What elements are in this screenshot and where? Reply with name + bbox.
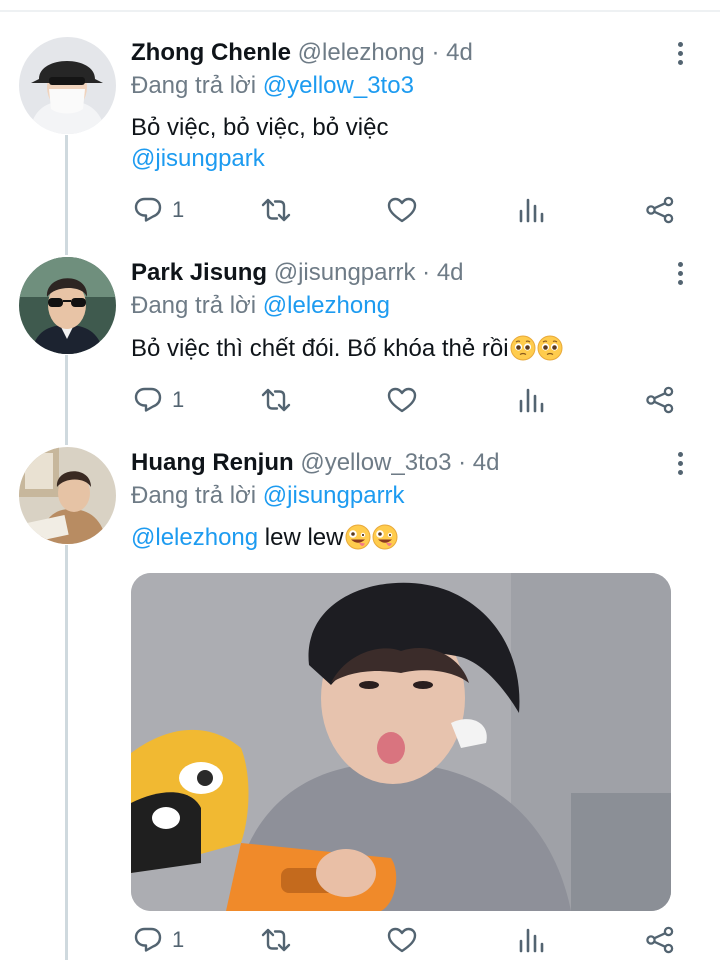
retweet-button[interactable] xyxy=(259,920,293,960)
share-button[interactable] xyxy=(645,920,675,960)
pleading-face-emoji xyxy=(537,335,563,361)
timestamp[interactable]: 4d xyxy=(473,449,500,476)
share-button[interactable] xyxy=(645,190,675,230)
views-button[interactable] xyxy=(518,380,544,420)
mention-link[interactable]: @jisungpark xyxy=(131,143,388,174)
retweet-button[interactable] xyxy=(259,190,293,230)
zany-face-emoji xyxy=(345,524,370,550)
avatar[interactable] xyxy=(19,257,116,354)
replying-to-link[interactable]: @lelezhong xyxy=(263,292,390,319)
more-icon xyxy=(678,452,683,457)
share-icon xyxy=(646,386,674,414)
reply-icon xyxy=(134,387,162,412)
replying-to-label: Đang trả lời xyxy=(131,72,257,99)
pleading-face-emoji xyxy=(510,335,536,361)
reply-icon xyxy=(134,197,162,222)
share-icon xyxy=(646,926,674,954)
more-options-button[interactable] xyxy=(664,258,696,290)
reply-icon xyxy=(134,927,162,952)
views-button[interactable] xyxy=(518,190,544,230)
timestamp[interactable]: 4d xyxy=(446,39,473,66)
more-icon xyxy=(678,42,683,47)
zany-face-emoji xyxy=(372,524,397,550)
more-icon xyxy=(678,262,683,267)
views-icon xyxy=(519,198,544,223)
reply-count: 1 xyxy=(172,927,185,952)
retweet-icon xyxy=(261,388,291,412)
share-icon xyxy=(646,196,674,224)
replying-to-label: Đang trả lời xyxy=(131,482,257,509)
more-options-button[interactable] xyxy=(664,448,696,480)
reply-count: 1 xyxy=(172,387,185,412)
separator-dot: · xyxy=(422,259,431,286)
reply-button[interactable]: 1 xyxy=(134,190,184,230)
display-name[interactable]: Park Jisung xyxy=(131,259,267,286)
user-handle[interactable]: @lelezhong xyxy=(298,39,425,66)
share-button[interactable] xyxy=(645,380,675,420)
tweet-huang-renjun[interactable]: Huang Renjun @yellow_3to3 · 4d Đang trả … xyxy=(0,430,720,960)
mention-link[interactable]: @lelezhong xyxy=(131,524,258,551)
reply-button[interactable]: 1 xyxy=(134,920,184,960)
retweet-icon xyxy=(261,198,291,222)
reply-count: 1 xyxy=(172,197,185,222)
like-icon xyxy=(387,197,417,223)
tweet-park-jisung[interactable]: Park Jisung @jisungparrk · 4d Đang trả l… xyxy=(0,240,720,430)
tweet-text: lew lew xyxy=(264,524,344,551)
timestamp[interactable]: 4d xyxy=(437,259,464,286)
tweet-photo[interactable] xyxy=(131,573,671,911)
separator-dot: · xyxy=(431,39,440,66)
like-icon xyxy=(387,927,417,953)
display-name[interactable]: Zhong Chenle xyxy=(131,39,291,66)
like-button[interactable] xyxy=(387,920,417,960)
user-handle[interactable]: @yellow_3to3 xyxy=(300,449,451,476)
avatar[interactable] xyxy=(19,447,116,544)
like-button[interactable] xyxy=(387,380,417,420)
retweet-button[interactable] xyxy=(259,380,293,420)
tweet-text: Bỏ việc, bỏ việc, bỏ việc xyxy=(131,114,389,141)
like-button[interactable] xyxy=(387,190,417,230)
like-icon xyxy=(387,387,417,413)
reply-button[interactable]: 1 xyxy=(134,380,184,420)
avatar[interactable] xyxy=(19,37,116,134)
replying-to-label: Đang trả lời xyxy=(131,292,257,319)
user-handle[interactable]: @jisungparrk xyxy=(274,259,416,286)
retweet-icon xyxy=(261,928,291,952)
replying-to-link[interactable]: @yellow_3to3 xyxy=(263,72,414,99)
more-options-button[interactable] xyxy=(664,38,696,70)
tweet-zhong-chenle[interactable]: Zhong Chenle @lelezhong · 4d Đang trả lờ… xyxy=(0,0,720,240)
tweet-text: Bỏ việc thì chết đói. Bố khóa thẻ rồi xyxy=(131,335,509,362)
display-name[interactable]: Huang Renjun xyxy=(131,449,294,476)
views-icon xyxy=(519,388,544,413)
views-icon xyxy=(519,928,544,953)
replying-to-link[interactable]: @jisungparrk xyxy=(263,482,405,509)
views-button[interactable] xyxy=(518,920,544,960)
separator-dot: · xyxy=(458,449,467,476)
